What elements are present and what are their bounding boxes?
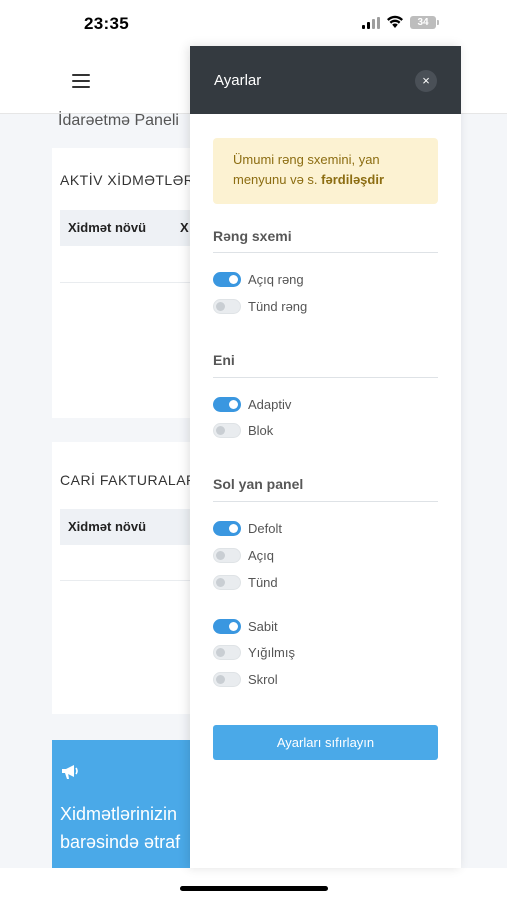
toggle-label: Skrol (248, 672, 278, 687)
divider (213, 501, 438, 502)
reset-settings-button[interactable]: Ayarları sıfırlayın (213, 725, 438, 760)
status-time: 23:35 (84, 14, 129, 33)
toggle-switch[interactable] (213, 423, 241, 438)
wifi-icon (387, 15, 403, 28)
toggle-label: Açıq rəng (248, 272, 304, 287)
status-bar: 23:35 34 (0, 0, 507, 46)
section-title-color-scheme: Rəng sxemi (213, 228, 292, 244)
toggle-switch[interactable] (213, 299, 241, 314)
page-title: İdarəetmə Paneli (58, 112, 179, 129)
info-alert: Ümumi rəng sxemini, yan menyunu və s. fə… (213, 138, 438, 204)
toggle-switch[interactable] (213, 272, 241, 287)
toggle-label: Defolt (248, 521, 282, 536)
battery-icon: 34 (410, 16, 439, 29)
toggle-switch[interactable] (213, 645, 241, 660)
alert-bold-text: fərdiləşdir (321, 172, 385, 187)
toggle-label: Sabit (248, 619, 278, 634)
promo-line: barəsində ətraf (60, 832, 181, 852)
promo-text: Xidmətlərinizin barəsində ətraf (60, 800, 180, 856)
toggle-switch[interactable] (213, 672, 241, 687)
section-title-width: Eni (213, 352, 235, 368)
toggle-label: Blok (248, 423, 274, 438)
drawer-header: Ayarlar × (190, 46, 461, 114)
toggle-label: Yığılmış (248, 645, 295, 660)
section-title-sidebar: Sol yan panel (213, 476, 304, 492)
drawer-title: Ayarlar (214, 72, 262, 89)
column-header: Xidmət növü (68, 519, 147, 534)
hamburger-menu-icon[interactable] (72, 74, 90, 88)
divider (213, 252, 438, 253)
toggle-switch[interactable] (213, 521, 241, 536)
promo-line: Xidmətlərinizin (60, 804, 178, 824)
toggle-switch[interactable] (213, 619, 241, 634)
column-header: Xidmət növü (68, 220, 147, 235)
cellular-signal-icon (362, 17, 380, 29)
home-indicator[interactable] (180, 886, 328, 891)
toggle-label: Adaptiv (248, 397, 292, 412)
divider (213, 377, 438, 378)
card-title: CARİ FAKTURALAR (60, 472, 197, 488)
toggle-switch[interactable] (213, 397, 241, 412)
toggle-label: Tünd rəng (248, 299, 308, 314)
settings-drawer: Ayarlar × Ümumi rəng sxemini, yan menyun… (190, 46, 461, 868)
toggle-label: Açıq (248, 548, 275, 563)
close-button[interactable]: × (415, 70, 437, 92)
column-header: X (180, 220, 189, 235)
megaphone-icon (60, 764, 80, 785)
toggle-switch[interactable] (213, 575, 241, 590)
toggle-switch[interactable] (213, 548, 241, 563)
toggle-label: Tünd (248, 575, 278, 590)
card-title: AKTİV XİDMƏTLƏR (60, 172, 195, 188)
